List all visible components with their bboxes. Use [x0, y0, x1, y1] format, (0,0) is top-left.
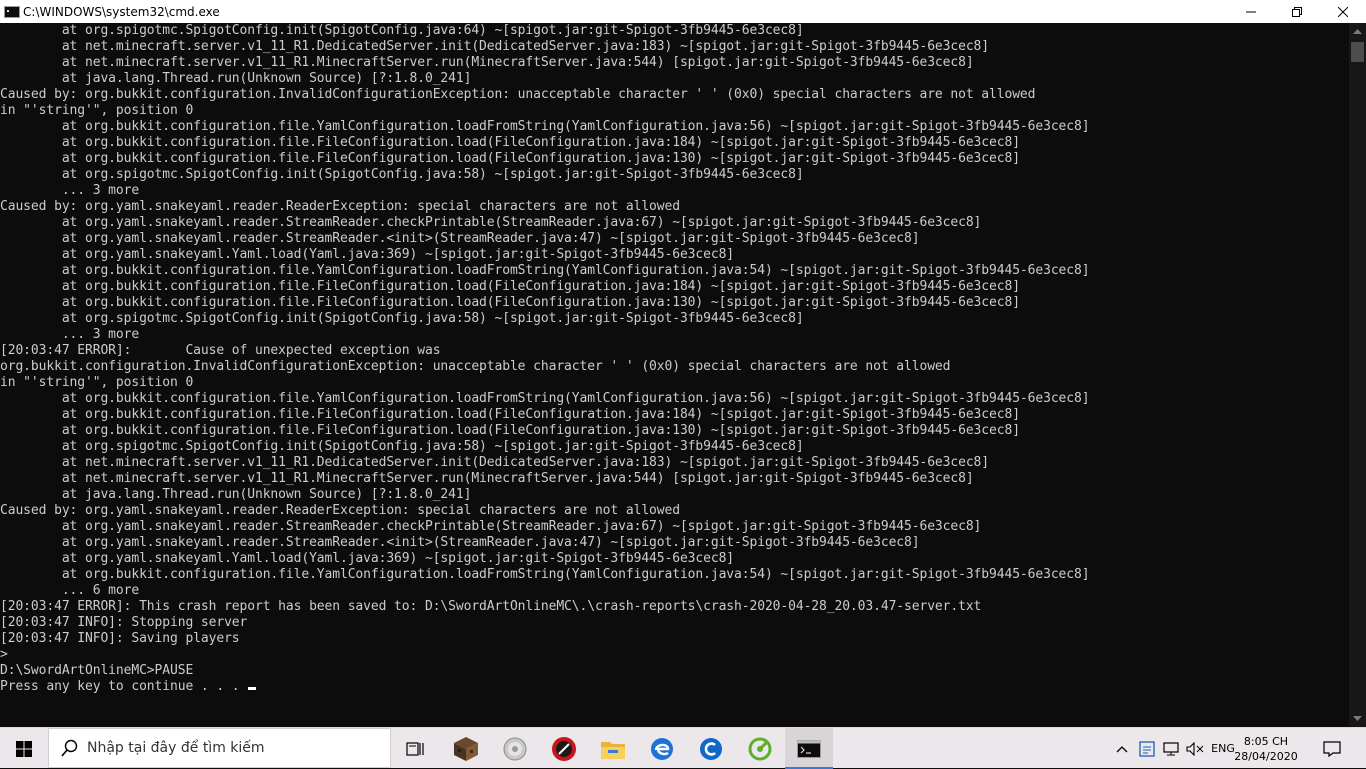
- scrollbar-thumb[interactable]: [1351, 42, 1364, 62]
- minimize-button[interactable]: [1228, 0, 1274, 23]
- taskbar-app-minecraft[interactable]: [442, 728, 490, 769]
- console-line: Press any key to continue . . .: [0, 679, 240, 694]
- console-line: ... 6 more: [0, 583, 140, 598]
- vertical-scrollbar[interactable]: [1349, 23, 1366, 727]
- console-line: at org.bukkit.configuration.file.FileCon…: [0, 151, 1020, 166]
- console-line: [20:03:47 INFO]: Saving players: [0, 631, 240, 646]
- system-clock[interactable]: 8:05 CH 28/04/2020: [1226, 728, 1306, 769]
- file-explorer-icon: [601, 741, 625, 759]
- red-circle-app-icon: [552, 736, 576, 761]
- console-line: org.bukkit.configuration.InvalidConfigur…: [0, 359, 951, 374]
- notes-icon: [1139, 740, 1155, 757]
- console-line: at org.spigotmc.SpigotConfig.init(Spigot…: [0, 311, 804, 326]
- cmd-icon: [797, 739, 821, 758]
- taskbar-app-edge[interactable]: [638, 728, 686, 769]
- console-line: D:\SwordArtOnlineMC>PAUSE: [0, 663, 194, 678]
- console-line: at org.yaml.snakeyaml.reader.StreamReade…: [0, 215, 982, 230]
- task-view-button[interactable]: [392, 728, 440, 769]
- console-line: at org.bukkit.configuration.file.FileCon…: [0, 135, 1020, 150]
- taskbar: Nhập tại đây để tìm kiếm ENG 8:05 CH 28/…: [0, 727, 1366, 769]
- console-line: at org.bukkit.configuration.file.YamlCon…: [0, 263, 1090, 278]
- console-text: at org.spigotmc.SpigotConfig.init(Spigot…: [0, 23, 1349, 695]
- console-line: at java.lang.Thread.run(Unknown Source) …: [0, 487, 472, 502]
- console-line: at org.bukkit.configuration.file.FileCon…: [0, 407, 1020, 422]
- console-output[interactable]: at org.spigotmc.SpigotConfig.init(Spigot…: [0, 23, 1349, 727]
- notification-icon: [1323, 740, 1341, 757]
- console-line: at org.bukkit.configuration.file.FileCon…: [0, 423, 1020, 438]
- windows-logo-icon: [16, 740, 32, 757]
- console-line: in "'string'", position 0: [0, 103, 194, 118]
- green-leaf-app-icon: [748, 737, 772, 760]
- close-button[interactable]: [1320, 0, 1366, 23]
- console-line: in "'string'", position 0: [0, 375, 194, 390]
- search-icon: [61, 739, 79, 757]
- maximize-button[interactable]: [1274, 0, 1320, 23]
- taskbar-app-ccleaner[interactable]: [687, 728, 735, 769]
- console-line: at net.minecraft.server.v1_11_R1.Dedicat…: [0, 455, 990, 470]
- console-line: ... 3 more: [0, 183, 140, 198]
- network-button[interactable]: [1160, 728, 1182, 769]
- task-view-icon: [406, 741, 424, 756]
- edge-icon: [651, 737, 673, 760]
- console-line: at org.yaml.snakeyaml.reader.StreamReade…: [0, 535, 920, 550]
- console-line: ... 3 more: [0, 327, 140, 342]
- console-line: [20:03:47 ERROR]: This crash report has …: [0, 599, 982, 614]
- console-line: [20:03:47 INFO]: Stopping server: [0, 615, 248, 630]
- console-line: at java.lang.Thread.run(Unknown Source) …: [0, 71, 472, 86]
- tray-notes-button[interactable]: [1136, 728, 1158, 769]
- scroll-down-arrow[interactable]: [1349, 710, 1366, 727]
- console-line: at net.minecraft.server.v1_11_R1.Minecra…: [0, 471, 974, 486]
- scroll-up-arrow[interactable]: [1349, 23, 1366, 40]
- start-button[interactable]: [0, 728, 48, 769]
- chevron-up-icon: [1116, 745, 1128, 752]
- ccleaner-icon: [700, 737, 722, 760]
- minecraft-icon: [454, 736, 478, 761]
- volume-muted-icon: [1186, 741, 1204, 756]
- show-hidden-icons-button[interactable]: [1112, 728, 1132, 769]
- console-line: at org.bukkit.configuration.file.FileCon…: [0, 279, 1020, 294]
- chevron-down-icon: [1353, 716, 1362, 721]
- maximize-icon: [1292, 6, 1302, 17]
- taskbar-app-file-explorer[interactable]: [589, 728, 637, 769]
- console-line: at org.bukkit.configuration.file.YamlCon…: [0, 119, 1090, 134]
- console-line: Caused by: org.yaml.snakeyaml.reader.Rea…: [0, 199, 680, 214]
- search-placeholder: Nhập tại đây để tìm kiếm: [87, 740, 265, 756]
- clock-date: 28/04/2020: [1234, 749, 1298, 763]
- taskbar-app-cmd[interactable]: [785, 728, 833, 769]
- close-icon: [1338, 6, 1348, 17]
- taskbar-app-green[interactable]: [736, 728, 784, 769]
- window-controls: [1228, 0, 1366, 23]
- console-line: at org.bukkit.configuration.file.YamlCon…: [0, 391, 1090, 406]
- console-line: >: [0, 647, 8, 662]
- console-line: at org.spigotmc.SpigotConfig.init(Spigot…: [0, 167, 804, 182]
- network-icon: [1163, 741, 1179, 755]
- action-center-button[interactable]: [1310, 728, 1354, 769]
- taskbar-app-red[interactable]: [540, 728, 588, 769]
- minimize-icon: [1246, 11, 1256, 12]
- taskbar-app-disc[interactable]: [491, 728, 539, 769]
- disc-icon: [503, 737, 527, 760]
- console-line: Caused by: org.bukkit.configuration.Inva…: [0, 87, 1036, 102]
- taskbar-search-box[interactable]: Nhập tại đây để tìm kiếm: [48, 728, 391, 768]
- console-line: at org.spigotmc.SpigotConfig.init(Spigot…: [0, 23, 804, 38]
- console-line: at net.minecraft.server.v1_11_R1.Dedicat…: [0, 39, 990, 54]
- console-line: Caused by: org.yaml.snakeyaml.reader.Rea…: [0, 503, 680, 518]
- console-line: at org.bukkit.configuration.file.FileCon…: [0, 295, 1020, 310]
- console-line: at org.yaml.snakeyaml.reader.StreamReade…: [0, 519, 982, 534]
- window-title-bar[interactable]: C:\WINDOWS\system32\cmd.exe: [0, 0, 1366, 23]
- volume-button[interactable]: [1184, 728, 1206, 769]
- console-line: at org.yaml.snakeyaml.Yaml.load(Yaml.jav…: [0, 551, 735, 566]
- console-line: at net.minecraft.server.v1_11_R1.Minecra…: [0, 55, 974, 70]
- cmd-icon: [4, 5, 20, 18]
- console-line: [20:03:47 ERROR]: Cause of unexpected ex…: [0, 343, 441, 358]
- console-line: at org.yaml.snakeyaml.reader.StreamReade…: [0, 231, 920, 246]
- chevron-up-icon: [1353, 29, 1362, 34]
- console-line: at org.bukkit.configuration.file.YamlCon…: [0, 567, 1090, 582]
- window-title: C:\WINDOWS\system32\cmd.exe: [23, 4, 220, 19]
- clock-time: 8:05 CH: [1243, 734, 1289, 748]
- console-line: at org.yaml.snakeyaml.Yaml.load(Yaml.jav…: [0, 247, 735, 262]
- text-cursor: [247, 687, 256, 690]
- console-line: at org.spigotmc.SpigotConfig.init(Spigot…: [0, 439, 804, 454]
